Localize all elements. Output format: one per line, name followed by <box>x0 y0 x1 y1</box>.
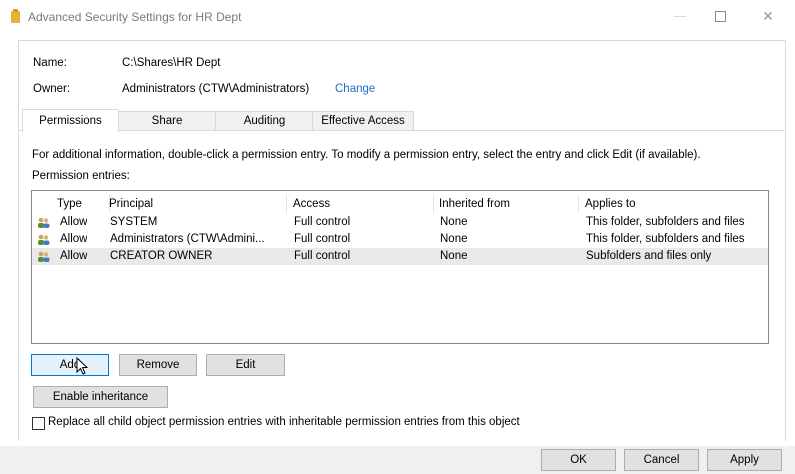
users-icon <box>38 217 50 228</box>
add-button[interactable]: Add <box>31 354 109 376</box>
cell-applies-to: Subfolders and files only <box>586 250 712 262</box>
name-value: C:\Shares\HR Dept <box>122 57 221 69</box>
cell-principal: SYSTEM <box>110 216 158 228</box>
tab-effective-access[interactable]: Effective Access <box>312 111 414 131</box>
cell-principal: Administrators (CTW\Admini... <box>110 233 265 245</box>
minimize-button[interactable]: — <box>665 4 695 28</box>
cell-type: Allow <box>60 216 88 228</box>
table-row[interactable]: Allow SYSTEM Full control None This fold… <box>32 214 768 231</box>
column-header-principal[interactable]: Principal <box>109 195 287 213</box>
column-header-access[interactable]: Access <box>293 195 434 213</box>
name-label: Name: <box>33 57 67 69</box>
users-icon <box>38 251 50 262</box>
folder-icon <box>11 9 20 23</box>
close-button[interactable]: ✕ <box>753 4 783 28</box>
maximize-icon <box>714 11 726 23</box>
enable-inheritance-button[interactable]: Enable inheritance <box>33 386 168 408</box>
maximize-button[interactable] <box>705 4 735 28</box>
cancel-button[interactable]: Cancel <box>624 449 699 471</box>
replace-child-permissions-label: Replace all child object permission entr… <box>48 416 520 428</box>
cell-type: Allow <box>60 250 88 262</box>
change-owner-link[interactable]: Change <box>335 83 375 95</box>
table-row[interactable]: Allow CREATOR OWNER Full control None Su… <box>32 248 768 265</box>
table-row[interactable]: Allow Administrators (CTW\Admini... Full… <box>32 231 768 248</box>
tab-permissions[interactable]: Permissions <box>22 109 119 132</box>
cell-access: Full control <box>294 250 351 262</box>
tab-share[interactable]: Share <box>117 111 217 131</box>
tab-divider <box>18 130 784 131</box>
replace-child-permissions-checkbox[interactable] <box>32 417 45 430</box>
cell-inherited-from: None <box>440 233 468 245</box>
ok-button[interactable]: OK <box>541 449 616 471</box>
owner-label: Owner: <box>33 83 71 95</box>
column-header-inherited-from[interactable]: Inherited from <box>439 195 579 213</box>
window-title: Advanced Security Settings for HR Dept <box>28 10 242 24</box>
mouse-cursor-icon <box>76 357 89 375</box>
instructions-text: For additional information, double-click… <box>32 149 701 161</box>
column-header-type[interactable]: Type <box>57 195 110 213</box>
permission-entries-label: Permission entries: <box>32 170 130 182</box>
cell-inherited-from: None <box>440 216 468 228</box>
permission-entries-list[interactable]: Type Principal Access Inherited from App… <box>31 190 769 344</box>
cell-type: Allow <box>60 233 88 245</box>
cell-principal: CREATOR OWNER <box>110 250 213 262</box>
cell-access: Full control <box>294 216 351 228</box>
apply-button[interactable]: Apply <box>707 449 782 471</box>
edit-button[interactable]: Edit <box>206 354 285 376</box>
owner-value: Administrators (CTW\Administrators) <box>122 83 310 95</box>
tab-auditing[interactable]: Auditing <box>215 111 314 131</box>
cell-access: Full control <box>294 233 351 245</box>
remove-button[interactable]: Remove <box>119 354 197 376</box>
users-icon <box>38 234 50 245</box>
cell-applies-to: This folder, subfolders and files <box>586 233 745 245</box>
cell-inherited-from: None <box>440 250 468 262</box>
cell-applies-to: This folder, subfolders and files <box>586 216 745 228</box>
column-header-applies-to[interactable]: Applies to <box>585 195 768 213</box>
